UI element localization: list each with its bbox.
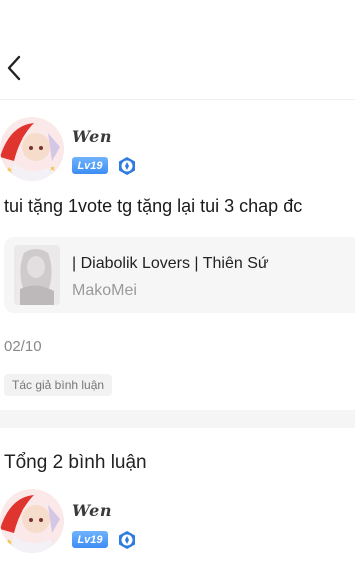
book-cover: [14, 245, 60, 305]
book-author: MakoMei: [72, 282, 137, 299]
back-button[interactable]: [4, 54, 24, 82]
book-card[interactable]: | Diabolik Lovers | Thiên Sứ MakoMei: [4, 237, 355, 313]
top-bar: [0, 0, 355, 100]
book-title: | Diabolik Lovers | Thiên Sứ: [72, 255, 269, 272]
comment-date: 02/10: [4, 338, 42, 355]
medal-icon: [119, 531, 135, 549]
comment-count: Tổng 2 bình luận: [4, 452, 147, 473]
chevron-left-icon: [7, 55, 21, 81]
author-comment-tag: Tác giả bình luận: [4, 374, 113, 396]
avatar[interactable]: [0, 117, 64, 181]
medal-icon: [119, 157, 135, 175]
avatar[interactable]: [0, 489, 64, 553]
comment-text: tui tặng 1vote tg tặng lại tui 3 chap đc: [4, 196, 303, 216]
username[interactable]: Wen: [72, 127, 112, 146]
list-item: Wen Lv19: [0, 485, 355, 568]
level-badge: Lv19: [72, 531, 108, 548]
level-badge: Lv19: [72, 157, 108, 174]
username[interactable]: Wen: [72, 501, 112, 520]
section-divider: [0, 410, 355, 428]
